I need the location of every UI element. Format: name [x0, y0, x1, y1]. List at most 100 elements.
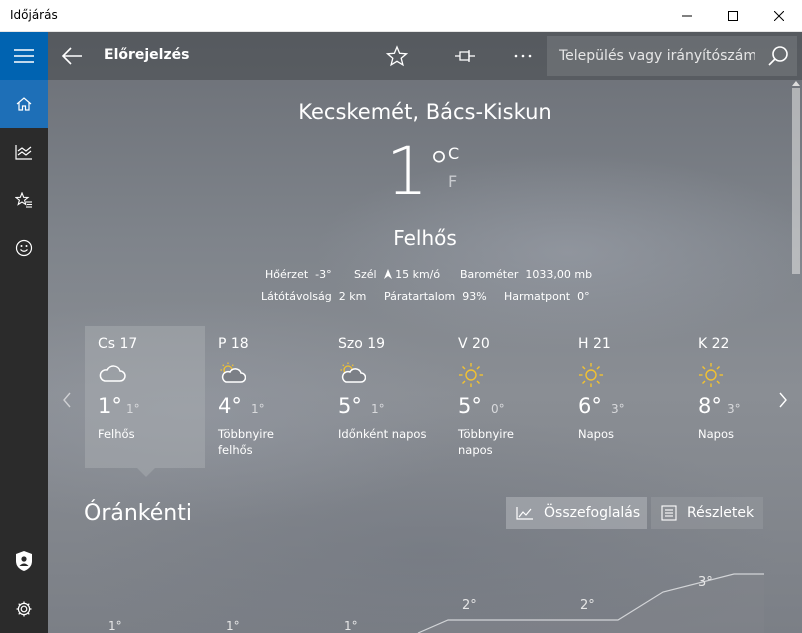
search-button[interactable] [767, 45, 789, 71]
sidebar-item-settings[interactable] [0, 585, 48, 633]
day-description: Napos [578, 427, 614, 441]
detail-label: Harmatpont [504, 290, 571, 303]
hamburger-menu-button[interactable] [0, 32, 48, 80]
chevron-left-icon[interactable] [62, 392, 72, 408]
detail-wind: Szél 15 km/ó [354, 268, 440, 281]
cloud-icon [99, 365, 126, 382]
day-high: 5° [458, 394, 482, 418]
sidebar-item-forecast[interactable] [0, 80, 48, 128]
favorite-button[interactable] [385, 44, 409, 68]
day-name: P 18 [218, 336, 249, 352]
current-condition: Felhős [393, 226, 457, 250]
detail-humidity: Páratartalom 93% [384, 290, 487, 303]
search-box [547, 36, 797, 76]
current-temperature: 1° [386, 133, 450, 210]
hourly-label-1: 1° [226, 619, 240, 633]
maximize-icon [728, 11, 738, 21]
sun-icon [459, 363, 483, 387]
detail-value: 93% [462, 290, 487, 303]
hourly-label-3: 2° [462, 598, 477, 613]
hourly-chart: 1° 1° 1° 2° 2° 3° [48, 573, 764, 633]
hourly-area [48, 574, 764, 633]
home-icon [16, 97, 32, 111]
list-icon [661, 505, 677, 521]
summary-button[interactable]: Összefoglalás [506, 497, 647, 529]
day-low: 0° [491, 402, 505, 416]
day-description: Többnyire felhős [218, 427, 274, 457]
sun-icon [579, 363, 603, 387]
close-button[interactable] [756, 0, 802, 32]
day-high: 1° [98, 394, 122, 418]
search-icon [768, 46, 788, 66]
day-name: H 21 [578, 336, 611, 352]
detail-label: Látótávolság [261, 290, 332, 303]
day-high: 5° [338, 394, 362, 418]
day-description: Napos [698, 427, 734, 441]
detail-dewpoint: Harmatpont 0° [504, 290, 590, 303]
pin-button[interactable] [453, 44, 477, 68]
day-high: 6° [578, 394, 602, 418]
detail-value: 2 km [338, 290, 367, 303]
details-label: Részletek [687, 505, 755, 521]
unit-fahrenheit[interactable]: F [448, 172, 457, 191]
day-name: Szo 19 [338, 336, 386, 352]
day-high: 8° [698, 394, 722, 418]
detail-visibility: Látótávolság 2 km [261, 290, 366, 303]
forecast-day-0[interactable]: Cs 17 1° 1° Felhős [85, 326, 205, 468]
detail-value: 1033,00 mb [525, 268, 593, 281]
more-icon [514, 54, 532, 58]
hourly-label-0: 1° [108, 619, 122, 633]
back-button[interactable] [60, 44, 84, 72]
detail-label: Hőérzet [265, 268, 309, 281]
summary-label: Összefoglalás [544, 505, 641, 521]
forecast-day-5[interactable]: K 22 8° 3° Napos [685, 326, 802, 468]
details-button[interactable]: Részletek [651, 497, 763, 529]
search-input[interactable] [547, 36, 757, 76]
sidebar-item-account[interactable] [0, 537, 48, 585]
day-low: 1° [126, 402, 140, 416]
gear-icon [16, 601, 32, 617]
sidebar-item-favorites[interactable] [0, 176, 48, 224]
forecast-day-2[interactable]: Szo 19 5° 1° Időnként napos [325, 326, 445, 468]
detail-feels-like: Hőérzet -3° [265, 268, 332, 281]
day-low: 3° [727, 402, 741, 416]
day-name: V 20 [458, 336, 490, 352]
forecast-day-1[interactable]: P 18 4° 1° Többnyire felhős [205, 326, 325, 468]
wind-direction-icon [383, 269, 392, 279]
shield-user-icon [16, 551, 32, 571]
sun-icon [699, 363, 723, 387]
day-description: Időnként napos [338, 427, 427, 441]
pin-icon [455, 50, 475, 62]
app-bar: Előrejelzés [48, 32, 802, 80]
detail-value: 0° [577, 290, 590, 303]
day-description: Felhős [98, 427, 135, 441]
detail-barometer: Barométer 1033,00 mb [460, 268, 592, 281]
detail-label: Páratartalom [384, 290, 456, 303]
day-low: 1° [251, 402, 265, 416]
sidebar-item-maps[interactable] [0, 128, 48, 176]
day-low: 1° [371, 402, 385, 416]
day-low: 3° [611, 402, 625, 416]
forecast-day-4[interactable]: H 21 6° 3° Napos [565, 326, 685, 468]
close-icon [774, 11, 784, 21]
selected-day-pointer [137, 468, 155, 477]
title-bar: Időjárás [0, 0, 802, 32]
back-arrow-icon [61, 47, 82, 65]
location-name: Kecskemét, Bács-Kiskun [298, 100, 552, 124]
scroll-up-icon [792, 81, 800, 86]
unit-celsius[interactable]: C [448, 144, 459, 163]
hourly-label-4: 2° [580, 598, 595, 613]
maximize-button[interactable] [710, 0, 756, 32]
forecast-day-3[interactable]: V 20 5° 0° Többnyire napos [445, 326, 565, 468]
line-chart-icon [516, 507, 533, 520]
sidebar-item-news[interactable] [0, 224, 48, 272]
minimize-button[interactable] [664, 0, 710, 32]
day-description: Többnyire napos [458, 427, 514, 457]
detail-label: Barométer [460, 268, 519, 281]
partly-cloudy-icon [340, 362, 366, 383]
sidebar [0, 32, 48, 633]
more-options-button[interactable] [511, 44, 535, 68]
page-title: Előrejelzés [104, 47, 190, 63]
hourly-label-2: 1° [344, 619, 358, 633]
hourly-title: Óránkénti [84, 501, 192, 526]
